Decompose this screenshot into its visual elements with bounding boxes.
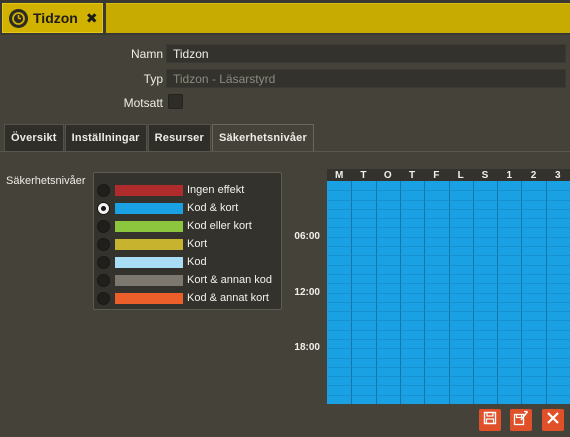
security-level-option[interactable]: Kod & kort: [97, 199, 238, 217]
security-level-option[interactable]: Kod eller kort: [97, 217, 252, 235]
security-level-legend: Ingen effekt Kod & kort Kod eller kort Kort…: [93, 172, 282, 310]
close-button[interactable]: [542, 409, 564, 431]
timezone-icon: [9, 8, 28, 28]
type-field[interactable]: Tidzon - Läsarstyrd: [166, 69, 566, 88]
security-level-radio[interactable]: [97, 237, 110, 251]
time-label: 18:00: [294, 342, 320, 353]
security-level-option[interactable]: Kort: [97, 235, 207, 253]
tab-security-levels[interactable]: Säkerhetsnivåer: [211, 124, 314, 151]
security-level-radio[interactable]: [97, 291, 110, 305]
security-level-radio[interactable]: [97, 273, 110, 287]
type-label: Typ: [143, 72, 163, 86]
schedule-column-header: T: [360, 170, 367, 181]
schedule-column-header: T: [408, 170, 416, 181]
tab-resources[interactable]: Resurser: [147, 124, 211, 151]
close-icon: [546, 411, 560, 430]
tab-title: Tidzon: [33, 10, 78, 26]
close-icon[interactable]: ✖: [86, 10, 98, 27]
tab-strip: [106, 3, 570, 33]
schedule-column-header: S: [481, 170, 489, 181]
security-level-swatch: [115, 256, 183, 268]
schedule-grid: M T O T F L S 1 2 3: [327, 169, 570, 404]
security-level-option[interactable]: Kort & annan kod: [97, 271, 272, 289]
name-label: Namn: [130, 47, 163, 61]
subtab-bar: Översikt Inställningar Resurser Säkerhet…: [4, 124, 315, 152]
security-level-option[interactable]: Ingen effekt: [97, 181, 244, 199]
tab-overview[interactable]: Översikt: [4, 124, 64, 151]
schedule-column-header: 2: [530, 170, 537, 181]
schedule-body[interactable]: [327, 181, 570, 404]
security-level-radio[interactable]: [97, 219, 110, 233]
security-level-radio[interactable]: [97, 201, 110, 215]
tab-divider: [0, 151, 570, 152]
name-field[interactable]: Tidzon: [166, 44, 566, 63]
security-level-swatch: [115, 238, 183, 250]
save-button[interactable]: [479, 409, 501, 431]
document-tab[interactable]: Tidzon ✖: [2, 3, 103, 33]
security-level-label: Ingen effekt: [187, 184, 245, 196]
security-level-label: Kort & annan kod: [187, 274, 273, 286]
security-level-swatch: [115, 220, 183, 232]
save-as-button[interactable]: [510, 409, 532, 431]
security-level-radio[interactable]: [97, 183, 110, 197]
security-level-swatch: [115, 274, 183, 286]
schedule-column-headers: M T O T F L S 1 2 3: [327, 169, 570, 181]
security-level-option[interactable]: Kod & annat kort: [97, 289, 269, 307]
security-level-label: Kod: [187, 256, 207, 268]
schedule-column-header: 3: [555, 170, 561, 181]
inverted-label: Motsatt: [123, 96, 163, 110]
tab-settings[interactable]: Inställningar: [64, 124, 147, 151]
security-level-label: Kod & annat kort: [187, 292, 269, 304]
security-level-radio[interactable]: [97, 255, 110, 269]
time-label: 12:00: [294, 287, 320, 298]
security-level-swatch: [115, 292, 183, 304]
save-icon: [483, 411, 497, 430]
schedule-column-header: O: [383, 170, 392, 181]
save-as-icon: [513, 410, 529, 431]
schedule-column-header: M: [334, 170, 344, 181]
security-level-swatch: [115, 184, 183, 196]
security-levels-label: Säkerhetsnivåer: [6, 175, 86, 187]
schedule-column-header: F: [433, 170, 440, 181]
security-level-label: Kod & kort: [187, 202, 239, 214]
tab-bar: Tidzon ✖: [0, 0, 570, 35]
security-level-swatch: [115, 202, 183, 214]
security-level-option[interactable]: Kod: [97, 253, 207, 271]
security-level-label: Kort: [187, 238, 208, 250]
schedule-column-header: 1: [506, 170, 512, 181]
time-label: 06:00: [294, 231, 320, 242]
schedule-column-header: L: [457, 170, 464, 181]
security-level-label: Kod eller kort: [187, 220, 252, 232]
inverted-checkbox[interactable]: [168, 94, 183, 109]
